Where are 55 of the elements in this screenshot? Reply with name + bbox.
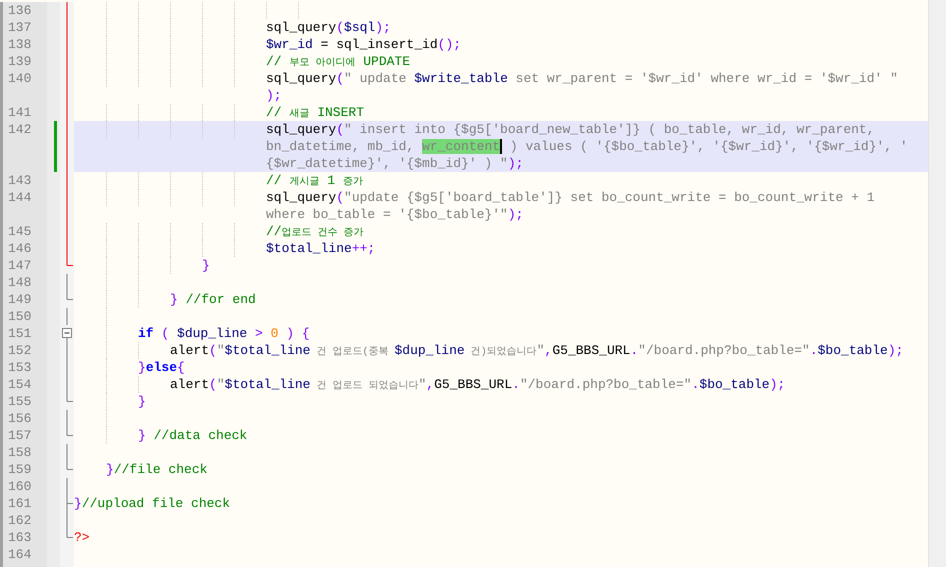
line-number: 146 <box>7 240 32 257</box>
line-number: 148 <box>7 274 32 291</box>
line-number: 159 <box>7 461 32 478</box>
line-number: 152 <box>7 342 32 359</box>
line-number: 158 <box>7 444 32 461</box>
code-line: } <box>202 257 210 274</box>
line-number: 151 <box>7 325 32 342</box>
code-line: where bo_table = '{$bo_table}'"); <box>266 206 524 223</box>
line-number: 157 <box>7 427 32 444</box>
line-number: 149 <box>7 291 32 308</box>
code-line: }//file check <box>106 461 208 478</box>
line-number: 153 <box>7 359 32 376</box>
line-number: 145 <box>7 223 32 240</box>
code-line: } //for end <box>170 291 256 308</box>
code-line: sql_query($sql); <box>266 19 391 36</box>
code-line: }else{ <box>138 359 185 376</box>
code-line: alert("$total_line 건 업로드(중복 $dup_line 건)되었습니다",G5_BBS_URL."/board.php?bo_table=".$bo_table); <box>170 342 904 360</box>
code-line: // 부모 아이디에 UPDATE <box>266 53 410 71</box>
line-number: 142 <box>7 121 32 138</box>
line-number: 150 <box>7 308 32 325</box>
code-line: ?> <box>74 529 90 546</box>
code-line: // 새글 INSERT <box>266 104 364 122</box>
code-line: alert("$total_line 건 업로드 되었습니다",G5_BBS_URL."/board.php?bo_table=".$bo_table); <box>170 376 786 394</box>
line-number: 156 <box>7 410 32 427</box>
line-number: 137 <box>7 19 32 36</box>
line-number: 144 <box>7 189 32 206</box>
code-line: //업로드 건수 증가 <box>266 223 364 241</box>
code-line: $wr_id = sql_insert_id(); <box>266 36 462 53</box>
line-number: 147 <box>7 257 32 274</box>
line-number: 164 <box>7 546 32 563</box>
line-number: 143 <box>7 172 32 189</box>
code-line: bn_datetime, mb_id, wr_content ) values ( '{$bo_table}', '{$wr_id}', '{$wr_id}', ' <box>266 138 908 155</box>
code-line: } //data check <box>138 427 248 444</box>
code-line: $total_line++; <box>266 240 376 257</box>
line-number: 163 <box>7 529 32 546</box>
code-line: ); <box>266 87 282 104</box>
line-number: 136 <box>7 2 32 19</box>
line-number: 161 <box>7 495 32 512</box>
code-line: if ( $dup_line > 0 ) { <box>138 325 310 342</box>
code-line: // 게시글 1 증가 <box>266 172 363 190</box>
scrollbar[interactable] <box>928 0 946 567</box>
code-line: {$wr_datetime}', '{$mb_id}' ) "); <box>266 155 524 172</box>
line-number: 160 <box>7 478 32 495</box>
line-number: 138 <box>7 36 32 53</box>
line-number: 141 <box>7 104 32 121</box>
code-line: sql_query(" insert into {$g5['board_new_table']} ( bo_table, wr_id, wr_parent, <box>266 121 875 138</box>
line-number: 139 <box>7 53 32 70</box>
line-number: 154 <box>7 376 32 393</box>
code-line: sql_query("update {$g5['board_table']} set bo_count_write = bo_count_write + 1 <box>266 189 875 206</box>
code-line: } <box>138 393 146 410</box>
code-line: sql_query(" update $write_table set wr_parent = '$wr_id' where wr_id = '$wr_id' " <box>266 70 898 87</box>
line-number: 155 <box>7 393 32 410</box>
code-line: }//upload file check <box>74 495 230 512</box>
line-number: 162 <box>7 512 32 529</box>
line-number: 140 <box>7 70 32 87</box>
